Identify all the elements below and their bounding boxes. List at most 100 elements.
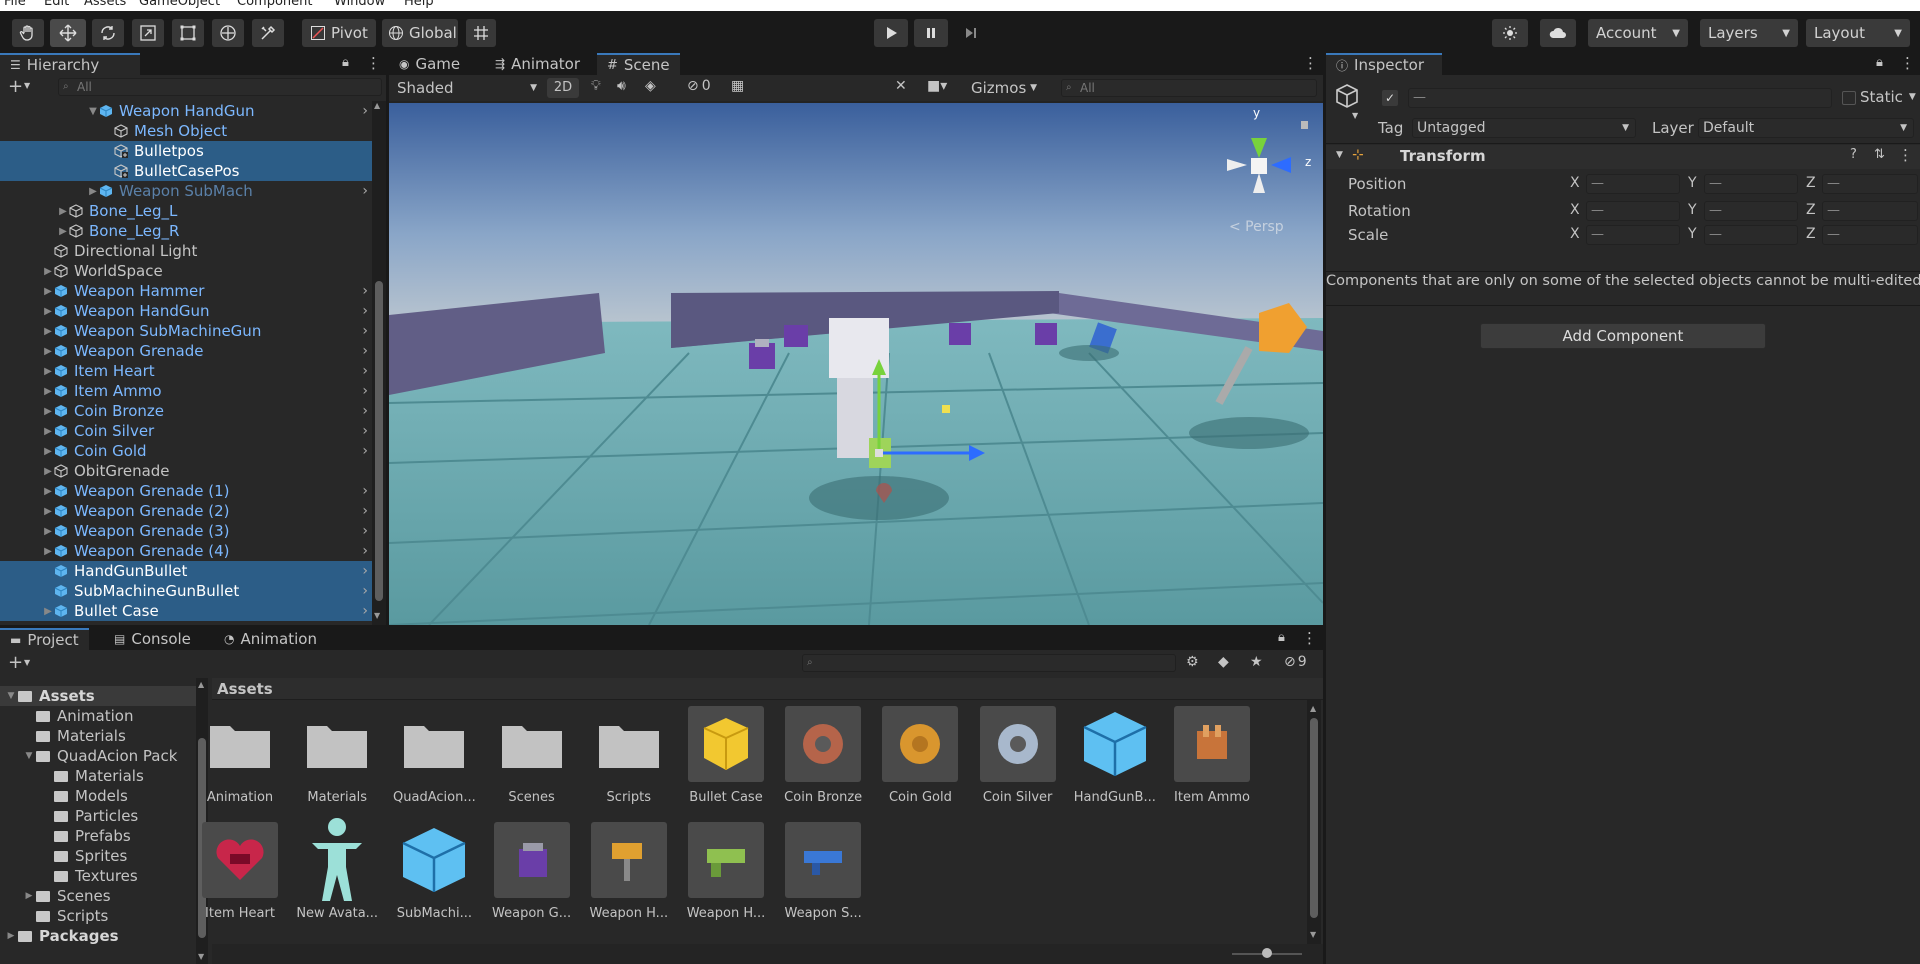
transform-y-field[interactable]: —	[1704, 201, 1798, 221]
chevron-right-icon[interactable]: ▶	[57, 206, 69, 217]
tab-project[interactable]: ▬ Project	[0, 628, 89, 650]
transform-header[interactable]: ▼ ⊹ Transform ? ⇅ ⋮	[1326, 145, 1920, 169]
asset-item[interactable]: Weapon H...	[581, 822, 677, 921]
shading-dropdown[interactable]: Shaded ▼	[393, 78, 541, 98]
hierarchy-item[interactable]: ▶ Weapon Grenade (3) ›	[0, 521, 372, 541]
hierarchy-item[interactable]: ▶ Item Heart ›	[0, 361, 372, 381]
asset-item[interactable]: Scripts	[581, 706, 677, 805]
tab-console[interactable]: ▤ Console	[104, 628, 201, 650]
chevron-right-icon[interactable]: ▶	[42, 486, 54, 497]
hierarchy-item[interactable]: HandGunBullet ›	[0, 561, 372, 581]
chevron-right-icon[interactable]: ›	[362, 323, 368, 339]
hierarchy-scrollbar[interactable]: ▲ ▼	[372, 101, 386, 625]
kebab-menu-icon[interactable]: ⋮	[1898, 146, 1913, 164]
hidden-objects-toggle[interactable]: ⊘ 0	[687, 78, 711, 94]
scroll-down-icon[interactable]: ▼	[374, 611, 380, 620]
chevron-right-icon[interactable]: ▶	[42, 286, 54, 297]
menu-item-window[interactable]: Window	[334, 0, 385, 9]
help-icon[interactable]: ?	[1850, 147, 1857, 162]
chevron-right-icon[interactable]: ›	[362, 483, 368, 499]
layer-dropdown[interactable]: Default ▼	[1698, 118, 1914, 138]
menu-item-edit[interactable]: Edit	[44, 0, 69, 9]
hierarchy-item[interactable]: ▶ Item Ammo ›	[0, 381, 372, 401]
tree-item[interactable]: Sprites	[0, 846, 196, 866]
hierarchy-item[interactable]: ▶ Weapon Grenade (1) ›	[0, 481, 372, 501]
asset-item[interactable]: Animation	[192, 706, 288, 805]
layout-dropdown[interactable]: Layout ▼	[1806, 19, 1910, 47]
kebab-menu-icon[interactable]: ⋮	[1302, 629, 1317, 647]
tab-scene[interactable]: # Scene	[597, 53, 680, 75]
add-icon[interactable]: +	[8, 76, 23, 97]
asset-item[interactable]: Weapon S...	[775, 822, 871, 921]
chevron-right-icon[interactable]: ›	[362, 303, 368, 319]
zoom-slider-knob[interactable]	[1262, 948, 1272, 958]
hierarchy-search-input[interactable]: ⌕ All	[58, 78, 382, 96]
hidden-packages-toggle[interactable]: ⊘ 9	[1284, 654, 1307, 670]
label-tag-icon[interactable]: ◆	[1218, 654, 1229, 670]
grid-snap-icon[interactable]	[466, 19, 496, 47]
asset-item[interactable]: Weapon H...	[678, 822, 774, 921]
static-dropdown[interactable]: Static ▼	[1860, 88, 1916, 106]
asset-item[interactable]: Weapon G...	[484, 822, 580, 921]
add-component-button[interactable]: Add Component	[1480, 323, 1766, 349]
transform-y-field[interactable]: —	[1704, 174, 1798, 194]
lock-icon[interactable]	[1301, 121, 1308, 129]
grid-toggle-icon[interactable]: ▦	[731, 78, 744, 94]
effects-icon[interactable]: ◈	[645, 78, 656, 94]
tab-animator[interactable]: ⇶ Animator	[485, 53, 590, 75]
tree-item[interactable]: ▼ QuadAcion Pack	[0, 746, 196, 766]
menu-item-assets[interactable]: Assets	[84, 0, 126, 9]
chevron-right-icon[interactable]: ▶	[42, 266, 54, 277]
lock-icon[interactable]: 🔒︎	[1876, 55, 1883, 70]
asset-item[interactable]: Coin Bronze	[775, 706, 871, 805]
services-button[interactable]	[1492, 19, 1528, 47]
hierarchy-item[interactable]: ▶ Bone_Leg_L	[0, 201, 372, 221]
project-search-input[interactable]: ⌕	[802, 654, 1176, 672]
tree-item[interactable]: Textures	[0, 866, 196, 886]
chevron-down-icon[interactable]: ▼	[24, 81, 30, 90]
star-icon[interactable]: ★	[1250, 654, 1263, 670]
tab-game[interactable]: ◉ Game	[389, 53, 470, 75]
hierarchy-item[interactable]: ▶ Coin Bronze ›	[0, 401, 372, 421]
chevron-right-icon[interactable]: ›	[362, 283, 368, 299]
menu-item-help[interactable]: Help	[404, 0, 434, 9]
hierarchy-item[interactable]: ▶ Weapon HandGun ›	[0, 301, 372, 321]
asset-item[interactable]: Scenes	[484, 706, 580, 805]
chevron-right-icon[interactable]: ›	[362, 543, 368, 559]
chevron-right-icon[interactable]: ›	[362, 423, 368, 439]
hierarchy-item[interactable]: ▼ Weapon HandGun ›	[0, 101, 372, 121]
tree-item[interactable]: Prefabs	[0, 826, 196, 846]
scroll-up-icon[interactable]: ▲	[1310, 704, 1316, 713]
camera-icon[interactable]: ■▾	[927, 78, 947, 94]
chevron-right-icon[interactable]: ▶	[42, 546, 54, 557]
scroll-up-icon[interactable]: ▲	[374, 101, 380, 110]
account-dropdown[interactable]: Account ▼	[1588, 19, 1688, 47]
pivot-toggle[interactable]: Pivot	[302, 19, 376, 47]
chevron-right-icon[interactable]: ▶	[42, 406, 54, 417]
breadcrumb-assets[interactable]: Assets	[217, 680, 273, 698]
hierarchy-item[interactable]: ▶ Weapon Hammer ›	[0, 281, 372, 301]
layers-dropdown[interactable]: Layers ▼	[1700, 19, 1798, 47]
filter-type-icon[interactable]: ⚙	[1186, 654, 1199, 670]
lock-icon[interactable]: 🔒︎	[1278, 630, 1285, 645]
tab-inspector[interactable]: ⓘ Inspector	[1326, 53, 1442, 75]
tree-item[interactable]: Particles	[0, 806, 196, 826]
audio-icon[interactable]: 🔊︎	[617, 78, 626, 94]
preset-icon[interactable]: ⇅	[1874, 147, 1885, 162]
tree-item[interactable]: Materials	[0, 726, 196, 746]
chevron-right-icon[interactable]: ▶	[42, 506, 54, 517]
hierarchy-item[interactable]: Mesh Object	[0, 121, 372, 141]
chevron-right-icon[interactable]: ›	[362, 183, 368, 199]
rotate-tool-icon[interactable]	[92, 19, 124, 47]
asset-item[interactable]: Coin Gold	[872, 706, 968, 805]
hierarchy-item[interactable]: ▶ Weapon Grenade (4) ›	[0, 541, 372, 561]
tree-item[interactable]: Materials	[0, 766, 196, 786]
hierarchy-item[interactable]: ▶ ObitGrenade	[0, 461, 372, 481]
chevron-right-icon[interactable]: ▶	[42, 386, 54, 397]
asset-item[interactable]: Materials	[289, 706, 385, 805]
lightbulb-icon[interactable]: 💡︎	[591, 78, 601, 94]
tree-item[interactable]: Scripts	[0, 906, 196, 926]
menu-item-gameobject[interactable]: GameObject	[139, 0, 220, 9]
hierarchy-item[interactable]: SubMachineGunBullet ›	[0, 581, 372, 601]
tab-hierarchy[interactable]: ☰ Hierarchy	[0, 53, 140, 75]
